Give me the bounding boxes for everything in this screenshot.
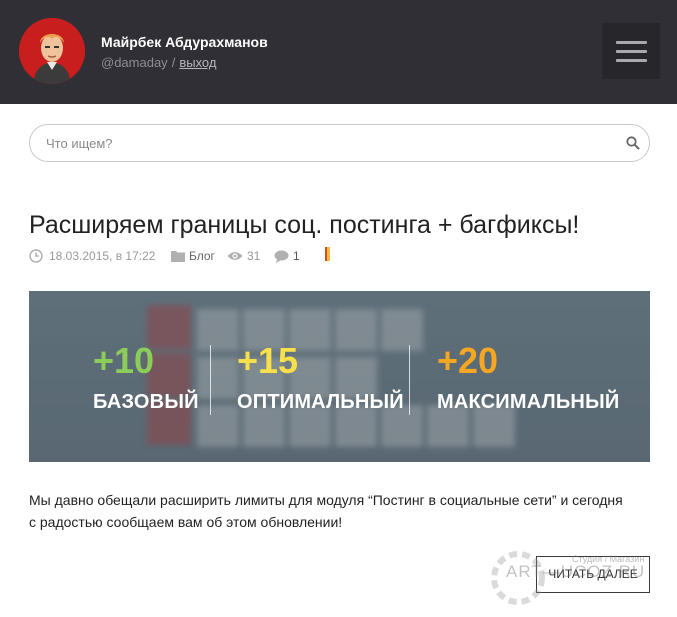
tier-divider [409, 345, 410, 415]
hamburger-line [616, 41, 647, 44]
hamburger-menu-button[interactable] [602, 23, 660, 79]
avatar[interactable] [19, 18, 85, 84]
eye-icon [227, 252, 243, 260]
post-category[interactable]: Блог [171, 248, 221, 264]
comment-icon [274, 250, 289, 263]
post-views-count: 31 [247, 249, 261, 263]
meta-separator: / [171, 55, 176, 70]
search-bar [29, 124, 650, 162]
tier-basic-value: +10 [93, 340, 155, 381]
tier-max-value: +20 [437, 340, 499, 381]
post-title[interactable]: Расширяем границы соц. постинга + багфик… [29, 211, 579, 240]
read-more-button[interactable]: ЧИТАТЬ ДАЛЕЕ [536, 556, 650, 593]
tier-basic-label: БАЗОВЫЙ [93, 391, 199, 413]
tier-optimal-label: ОПТИМАЛЬНЫЙ [237, 391, 404, 413]
tier-max: +20 МАКСИМАЛЬНЫЙ [437, 341, 619, 414]
post-comments-count: 1 [293, 249, 300, 263]
hamburger-line [616, 59, 647, 62]
post-excerpt: Мы давно обещали расширить лимиты для мо… [29, 492, 623, 530]
post-views: 31 [227, 248, 267, 264]
post-banner-image[interactable]: +10 БАЗОВЫЙ +15 ОПТИМАЛЬНЫЙ +20 МАКСИМАЛ… [29, 291, 650, 462]
tier-basic: +10 БАЗОВЫЙ [93, 341, 199, 414]
post-date-text: 18.03.2015, в 17:22 [49, 249, 156, 263]
user-name: Майрбек Абдурахманов [101, 34, 268, 50]
hamburger-line [616, 50, 647, 53]
folder-icon [171, 251, 185, 262]
search-input[interactable] [46, 133, 606, 153]
post-date: 18.03.2015, в 17:22 [29, 248, 159, 264]
post-comments[interactable]: 1 [274, 248, 309, 264]
top-bar: Майрбек Абдурахманов @damaday / выход [0, 0, 677, 104]
post-category-link[interactable]: Блог [189, 248, 215, 264]
search-icon[interactable] [626, 136, 640, 150]
logout-link[interactable]: выход [179, 55, 216, 70]
user-meta: @damaday / выход [101, 55, 216, 70]
clock-icon [29, 249, 43, 263]
flag-icon [325, 247, 330, 261]
tier-optimal-value: +15 [237, 340, 299, 381]
user-handle: @damaday [101, 55, 168, 70]
tier-optimal: +15 ОПТИМАЛЬНЫЙ [237, 341, 404, 414]
tier-divider [210, 345, 211, 415]
tier-max-label: МАКСИМАЛЬНЫЙ [437, 391, 620, 413]
